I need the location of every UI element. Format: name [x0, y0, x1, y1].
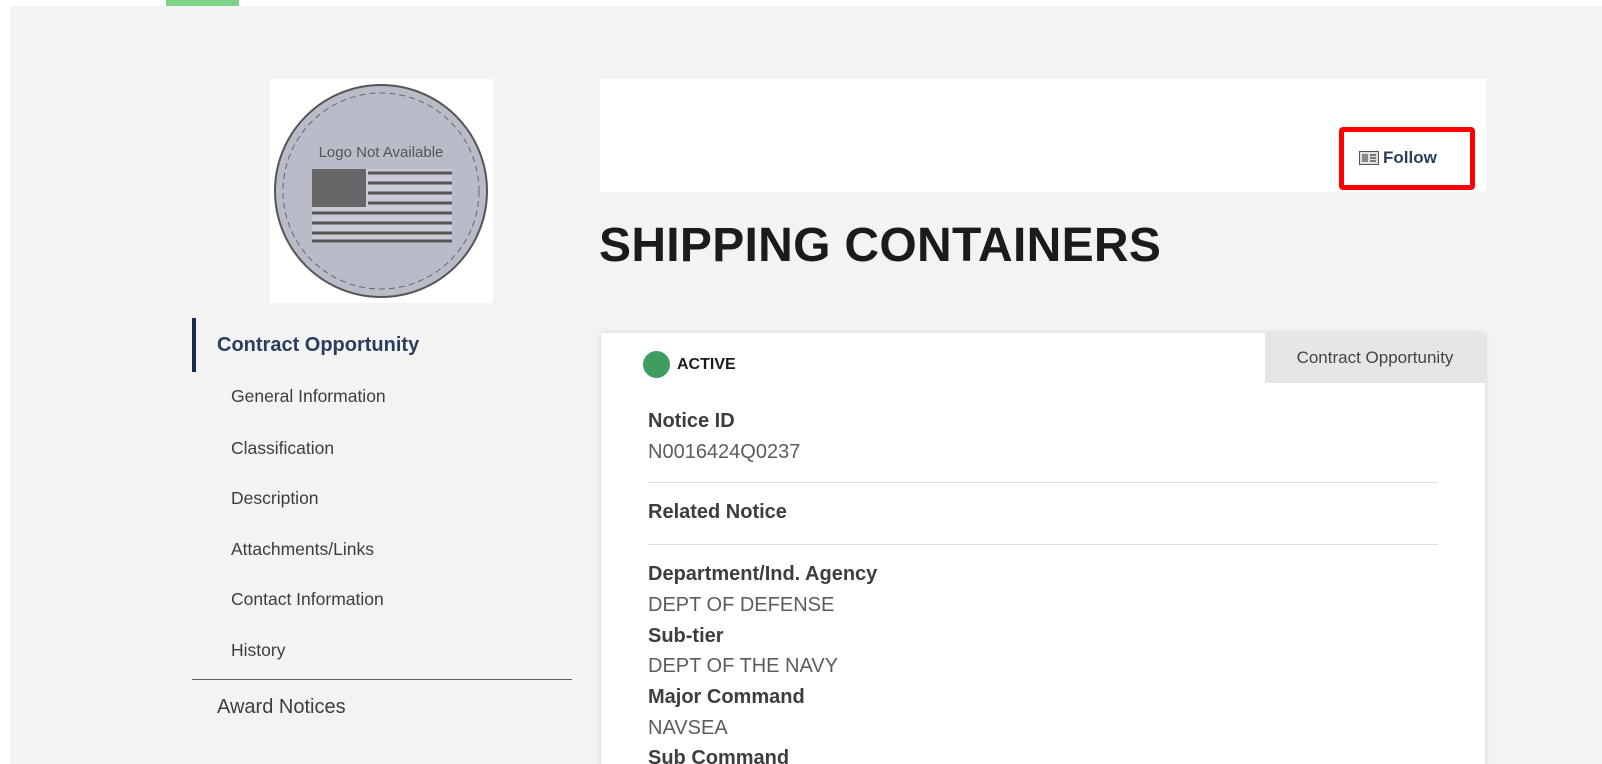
header-actions-card: Follow	[600, 79, 1486, 192]
page: Logo Not Available Contract Opportunity …	[0, 0, 1602, 764]
sidebar-item-label: Contract Opportunity	[217, 334, 420, 356]
follow-button[interactable]: Follow	[1359, 148, 1437, 168]
sidebar-item-contact-information[interactable]: Contact Information	[231, 589, 384, 610]
sub-command-label: Sub Command	[648, 747, 790, 764]
sidebar-item-attachments-links[interactable]: Attachments/Links	[231, 539, 374, 560]
card-divider	[648, 482, 1438, 483]
agency-logo: Logo Not Available	[270, 79, 493, 303]
sidebar-item-contract-opportunity[interactable]: Contract Opportunity	[192, 318, 572, 372]
subtier-value: DEPT OF THE NAVY	[648, 655, 839, 677]
major-command-label: Major Command	[648, 686, 805, 708]
follow-button-label: Follow	[1383, 148, 1437, 167]
subtier-label: Sub-tier	[648, 625, 724, 647]
sidebar-item-description[interactable]: Description	[231, 488, 319, 509]
sidebar-item-classification[interactable]: Classification	[231, 438, 334, 459]
active-nav-indicator	[166, 0, 239, 6]
related-notice-label: Related Notice	[648, 501, 787, 523]
major-command-value: NAVSEA	[648, 717, 728, 739]
notice-id-value: N0016424Q0237	[648, 441, 801, 463]
department-label: Department/Ind. Agency	[648, 563, 878, 585]
page-title: SHIPPING CONTAINERS	[599, 219, 1162, 272]
sidebar-item-general-information[interactable]: General Information	[231, 386, 386, 407]
follow-icon	[1359, 151, 1379, 165]
sidebar-divider	[192, 679, 572, 680]
sidebar-item-award-notices[interactable]: Award Notices	[217, 696, 346, 719]
notice-type-tab: Contract Opportunity	[1265, 333, 1485, 383]
department-value: DEPT OF DEFENSE	[648, 594, 835, 616]
logo-text: Logo Not Available	[319, 144, 444, 161]
status-indicator-icon	[643, 351, 670, 378]
status-badge: ACTIVE	[677, 356, 736, 373]
notice-id-label: Notice ID	[648, 410, 735, 432]
sidebar-item-history[interactable]: History	[231, 640, 285, 661]
follow-highlight-box: Follow	[1339, 127, 1475, 190]
card-divider	[648, 544, 1438, 545]
logo-not-available-seal-icon: Logo Not Available	[274, 84, 488, 298]
opportunity-detail-card: ACTIVE Contract Opportunity Notice ID N0…	[601, 333, 1485, 764]
